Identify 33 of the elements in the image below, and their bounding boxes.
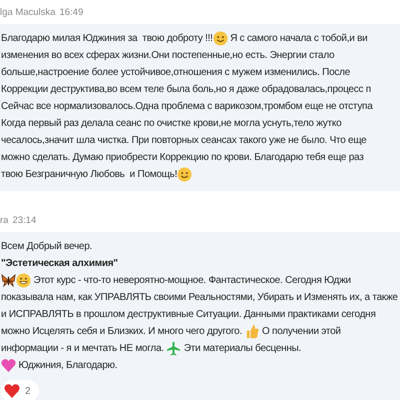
message-text: Благодарю милая Юджиния за твою доброту !!!	[1, 33, 213, 44]
smiley-icon	[212, 31, 228, 46]
butterfly-icon	[1, 273, 16, 288]
heart-icon	[3, 383, 21, 399]
message-text: можно сделать. Думаю приобрести Коррекцию по крови. Благодарю тебя еще раз	[1, 152, 364, 163]
message-text: можно Исцелять себя и Близких. И много чего другого.	[1, 326, 243, 337]
message-text: Эти материалы бесценны.	[182, 343, 302, 354]
sender-name: lga Maculska	[0, 6, 56, 18]
message-text: Когда первый раз делала сеанс по очистке крови,не могла уснуть,тело жутко	[1, 118, 342, 129]
message-text: Юджиния, Благодарю.	[18, 360, 118, 371]
message-time: 16:49	[59, 6, 84, 18]
message-text: Этот курс - что-то невероятно-мощное. Фантастическое. Сегодня Юджи	[32, 275, 351, 286]
reaction-button[interactable]: 2	[1, 380, 39, 400]
message-text: изменения во всех сферах жизни.Они постепенные,но есть. Энергии стало	[1, 50, 334, 61]
message-text: чесалось,значит шла чистка. При повторных сеансах такого уже не было. Что еще	[1, 135, 366, 146]
sender-name: ra	[0, 214, 8, 226]
message-text: О получении этой	[261, 326, 341, 337]
message-text: Сейчас все нормализовалось.Одна проблема с варикозом,тромбом еще не отступа	[1, 101, 373, 112]
message-text: Всем Добрый вечер.	[1, 241, 92, 252]
message-text: Коррекции деструктива,во всем теле была боль,но я даже обрадовалась,процесс п	[1, 84, 371, 95]
heart-icon	[1, 358, 16, 373]
message-text: показывала нам, как УПРАВЛЯТЬ своими Реальностями, Убирать и Изменять их, а также	[1, 292, 398, 303]
message-text: информации - я и мечтать НЕ могла.	[1, 343, 165, 354]
message-text: Я с самого начала с тобой,и ви	[229, 33, 368, 44]
grinning-face-icon	[16, 273, 31, 288]
message-text: больше,настроение более устойчивое,отношения с мужем изменились. После	[1, 67, 350, 78]
message-title: "Эстетическая алхимия"	[1, 258, 118, 269]
message-time: 23:14	[12, 214, 36, 226]
message-text: и ИСПРАВЛЯТЬ в прошлом деструктивные Ситуации. Данными практиками сегодня	[1, 309, 376, 320]
airplane-icon	[166, 341, 182, 356]
smiley-icon	[177, 167, 192, 182]
message-text: твою Безграничную Любовь и Помощь!	[1, 169, 178, 180]
thumbs-up-icon	[244, 324, 260, 339]
